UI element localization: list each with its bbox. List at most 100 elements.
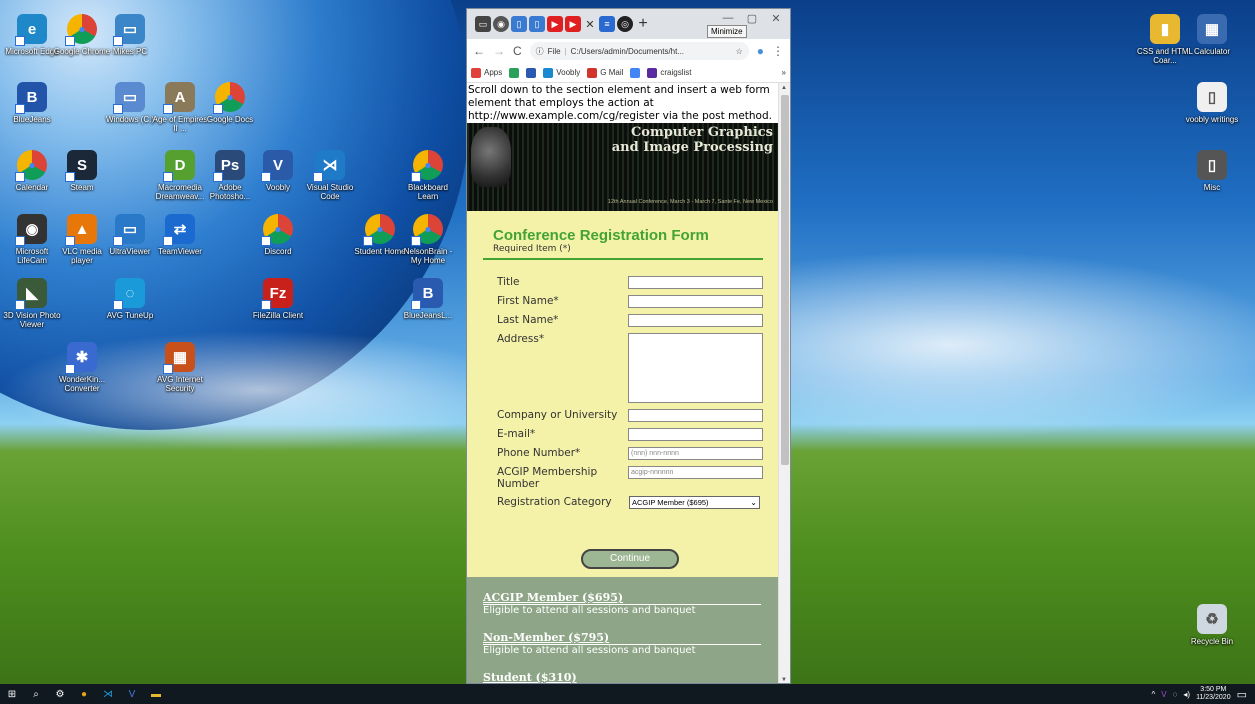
desktop-icon[interactable]: ▦ AVG Internet Security	[150, 342, 210, 393]
address-textarea[interactable]	[628, 333, 763, 403]
voobly-tray-icon[interactable]: V	[1161, 690, 1166, 699]
app-icon: ●	[15, 150, 47, 182]
desktop-icon-label: Visual Studio Code	[306, 183, 354, 201]
desktop-icon[interactable]: ♻ Recycle Bin	[1182, 604, 1242, 646]
last-name-input[interactable]	[628, 314, 763, 327]
start-button[interactable]: ⊞	[0, 684, 24, 704]
forward-icon[interactable]: →	[493, 44, 505, 58]
network-icon[interactable]: ◌	[1173, 690, 1178, 699]
desktop-icon-label: 3D Vision Photo Viewer	[3, 311, 61, 329]
desktop-icon-label: Microsoft Edge	[5, 47, 59, 56]
url-field[interactable]: ⓘ File | C:/Users/admin/Documents/ht... …	[529, 42, 749, 60]
bookmark-item[interactable]	[630, 67, 641, 78]
first-name-input[interactable]	[628, 295, 763, 308]
tab-favicon[interactable]: ▯	[511, 16, 527, 32]
scrollbar-thumb[interactable]	[781, 95, 789, 465]
app-icon: ●	[411, 214, 443, 246]
desktop-icon[interactable]: ⋊ Visual Studio Code	[300, 150, 360, 201]
notifications-icon[interactable]: ▭	[1237, 688, 1247, 701]
chrome-taskbar-icon[interactable]: ●	[72, 684, 96, 704]
desktop-icon-label: Windows (C:)	[105, 115, 154, 124]
minimize-button[interactable]: —	[718, 12, 738, 24]
close-tab-icon[interactable]: ✕	[583, 18, 597, 31]
phone-label: Phone Number*	[497, 447, 581, 459]
maximize-button[interactable]: ▢	[742, 12, 762, 25]
desktop-icon[interactable]: ▭ Mikes PC	[100, 14, 160, 56]
desktop-icon[interactable]: ▯ voobly writings	[1182, 82, 1242, 124]
address-label: Address*	[497, 333, 545, 345]
star-icon[interactable]: ☆	[736, 47, 743, 56]
continue-button[interactable]: Continue	[581, 549, 679, 569]
first-name-label: First Name*	[497, 295, 559, 307]
browser-window: ▭ ◉ ▯ ▯ ▶ ▶ ✕ ≡ ◎ + — ▢ ✕ Minimize ← → C…	[466, 8, 791, 684]
desktop-icon-label: BlueJeansL...	[403, 311, 453, 320]
tab-favicon[interactable]: ◎	[617, 16, 633, 32]
app-icon: e	[15, 14, 47, 46]
bookmark-item[interactable]	[509, 67, 520, 78]
tab-favicon-active[interactable]: ≡	[599, 16, 615, 32]
form-divider	[483, 258, 763, 260]
desktop-icon-label: Recycle Bin	[1190, 637, 1234, 646]
tab-favicon[interactable]: ▶	[565, 16, 581, 32]
company-label: Company or University	[497, 409, 618, 421]
close-window-button[interactable]: ✕	[766, 12, 786, 25]
desktop-icon[interactable]: V Voobly	[248, 150, 308, 192]
app-icon: ♻	[1197, 604, 1227, 634]
tab-favicon[interactable]: ▭	[475, 16, 491, 32]
desktop-icon[interactable]: S Steam	[52, 150, 112, 192]
volume-icon[interactable]: ◂)	[1183, 690, 1190, 699]
category-select[interactable]: ACGIP Member ($695) ⌄	[629, 496, 760, 509]
chevron-down-icon: ⌄	[750, 498, 757, 507]
scroll-down-icon: ▼	[781, 677, 787, 683]
bookmark-item[interactable]: craigslist	[647, 67, 692, 78]
desktop-icon[interactable]: ● Blackboard Learn	[398, 150, 458, 201]
bookmark-item[interactable]: Apps	[471, 67, 502, 78]
desktop-icon[interactable]: ⇄ TeamViewer	[150, 214, 210, 256]
email-input[interactable]	[628, 428, 763, 441]
desktop-icon-label: UltraViewer	[109, 247, 151, 256]
acgip-label: ACGIP Membership Number	[497, 466, 598, 490]
title-input[interactable]	[628, 276, 763, 289]
page-scrollbar[interactable]: ▲ ▼	[778, 83, 790, 683]
desktop-icon[interactable]: ▦ Calculator	[1182, 14, 1242, 56]
tab-favicon[interactable]: ▶	[547, 16, 563, 32]
phone-input[interactable]: (nnn) nnn-nnnn	[628, 447, 763, 460]
bookmarks-more-icon[interactable]: »	[782, 68, 786, 77]
desktop-icon[interactable]: ● Google Docs	[200, 82, 260, 124]
extension-icon[interactable]: ●	[757, 44, 764, 58]
voobly-taskbar-icon[interactable]: V	[120, 684, 144, 704]
bookmark-item[interactable]: Voobly	[543, 67, 580, 78]
desktop-icon[interactable]: ● NelsonBrain - My Home	[398, 214, 458, 265]
info-icon[interactable]: ⓘ	[536, 46, 544, 57]
url-text: C:/Users/admin/Documents/ht...	[570, 46, 685, 56]
desktop-icon-label: WonderKin... Converter	[58, 375, 106, 393]
back-icon[interactable]: ←	[473, 44, 485, 58]
bookmark-icon	[526, 67, 537, 78]
desktop-icon[interactable]: ✱ WonderKin... Converter	[52, 342, 112, 393]
search-icon[interactable]: ⌕	[24, 684, 48, 704]
desktop-icon-label: Calculator	[1193, 47, 1230, 56]
tab-favicon[interactable]: ▯	[529, 16, 545, 32]
app-icon: A	[163, 82, 195, 114]
tray-expand-icon[interactable]: ^	[1152, 690, 1156, 699]
tab-favicon[interactable]: ◉	[493, 16, 509, 32]
desktop-icon[interactable]: B BlueJeans	[2, 82, 62, 124]
desktop-icon[interactable]: ◣ 3D Vision Photo Viewer	[2, 278, 62, 329]
new-tab-button[interactable]: +	[635, 15, 651, 33]
desktop-icon[interactable]: ▯ Misc	[1182, 150, 1242, 192]
vscode-taskbar-icon[interactable]: ⋊	[96, 684, 120, 704]
desktop-icon-label: Calendar	[15, 183, 49, 192]
bookmark-item[interactable]: G Mail	[587, 67, 623, 78]
desktop-icon[interactable]: B BlueJeansL...	[398, 278, 458, 320]
settings-icon[interactable]: ⚙	[48, 684, 72, 704]
file-explorer-icon[interactable]: ▬	[144, 684, 168, 704]
reload-icon[interactable]: C	[513, 44, 522, 58]
menu-icon[interactable]: ⋮	[772, 44, 784, 58]
desktop-icon[interactable]: Fz FileZilla Client	[248, 278, 308, 320]
bookmark-item[interactable]	[526, 67, 537, 78]
acgip-input[interactable]: acgip-nnnnnn	[628, 466, 763, 479]
clock[interactable]: 3:50 PM 11/23/2020	[1196, 686, 1231, 702]
desktop-icon[interactable]: ● Discord	[248, 214, 308, 256]
company-input[interactable]	[628, 409, 763, 422]
desktop-icon[interactable]: ◌ AVG TuneUp	[100, 278, 160, 320]
